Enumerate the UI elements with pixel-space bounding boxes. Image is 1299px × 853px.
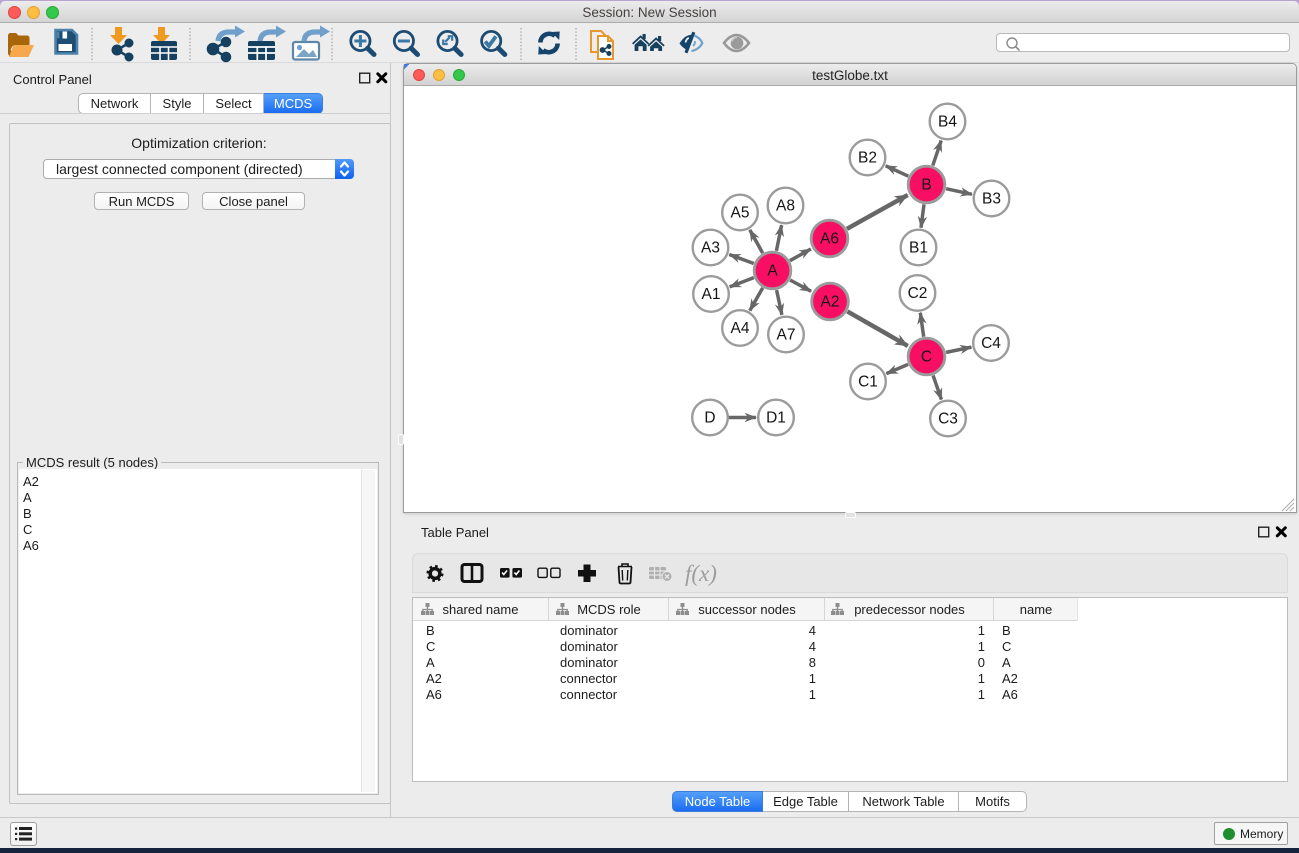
svg-text:C: C (921, 349, 932, 366)
svg-text:B3: B3 (982, 191, 1001, 208)
svg-text:B1: B1 (909, 240, 928, 257)
svg-text:C1: C1 (858, 374, 878, 391)
svg-text:C4: C4 (981, 335, 1001, 352)
svg-text:D1: D1 (766, 410, 786, 427)
svg-text:A1: A1 (702, 286, 721, 303)
svg-text:A7: A7 (777, 327, 796, 344)
svg-text:C3: C3 (938, 411, 958, 428)
svg-text:A: A (767, 263, 778, 280)
svg-text:A8: A8 (776, 198, 795, 215)
svg-text:C2: C2 (908, 285, 928, 302)
svg-text:f(x): f(x) (685, 561, 717, 586)
svg-text:A3: A3 (701, 240, 720, 257)
svg-text:B2: B2 (858, 150, 877, 167)
svg-text:B: B (921, 177, 931, 194)
svg-text:A4: A4 (731, 320, 750, 337)
svg-text:A6: A6 (820, 231, 839, 248)
svg-text:D: D (704, 410, 715, 427)
svg-text:A2: A2 (821, 294, 840, 311)
svg-text:B4: B4 (938, 114, 957, 131)
svg-text:A5: A5 (731, 205, 750, 222)
